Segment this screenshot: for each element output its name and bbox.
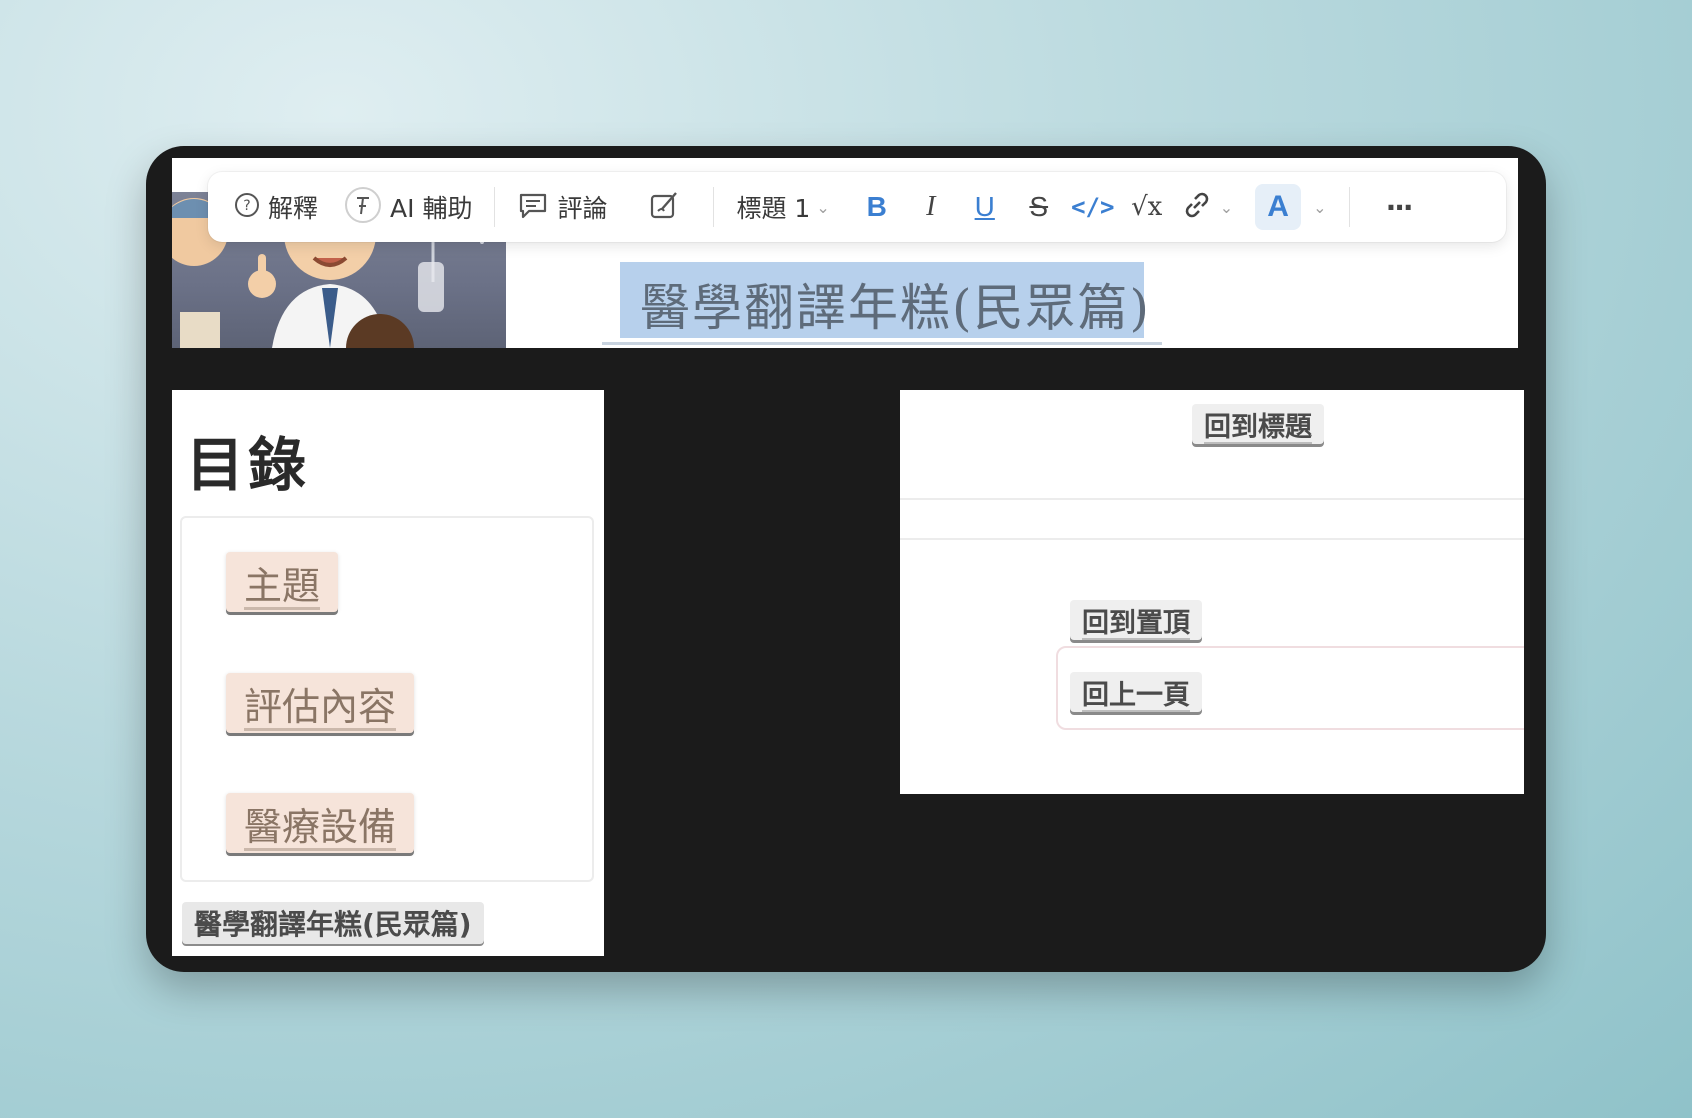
explain-button[interactable]: ? 解釋 <box>234 187 318 227</box>
font-color-dropdown[interactable]: A ⌄ <box>1255 184 1327 230</box>
ai-assist-button[interactable]: AI 輔助 <box>344 187 472 227</box>
strikethrough-button[interactable]: S <box>1019 187 1059 227</box>
inline-code-button[interactable]: </> <box>1071 187 1115 227</box>
ai-assist-label: AI 輔助 <box>390 194 473 223</box>
ai-sparkle-icon <box>344 186 382 228</box>
heading-style-label: 標題 1 <box>736 194 811 223</box>
toc-footer-link[interactable]: 醫學翻譯年糕(民眾篇) <box>182 902 484 944</box>
italic-icon: I <box>926 191 936 222</box>
edit-pen-icon <box>648 189 680 225</box>
comment-icon <box>517 189 549 225</box>
heading-style-dropdown[interactable]: 標題 1 ⌄ <box>736 187 829 227</box>
comment-button[interactable]: 評論 <box>517 187 607 227</box>
document-title-block[interactable]: 醫學翻譯年糕(民眾篇) <box>602 262 1162 345</box>
previous-page-button[interactable]: 回上一頁 <box>1070 672 1202 712</box>
help-circle-icon: ? <box>234 192 260 222</box>
table-of-contents: 目錄 主題 評估內容 醫療設備 醫學翻譯年糕(民眾篇) <box>172 390 604 956</box>
document-title[interactable]: 醫學翻譯年糕(民眾篇) <box>640 268 1151 340</box>
toc-item-assessment[interactable]: 評估內容 <box>226 673 415 733</box>
font-color-icon: A <box>1255 184 1302 230</box>
toolbar-divider <box>1348 187 1350 227</box>
comment-label: 評論 <box>557 194 608 223</box>
toolbar-divider <box>713 187 715 227</box>
divider <box>900 498 1524 500</box>
chevron-down-icon: ⌄ <box>1219 197 1234 217</box>
bold-button[interactable]: B <box>857 187 897 227</box>
toc-item-topic[interactable]: 主題 <box>226 552 339 612</box>
chevron-down-icon: ⌄ <box>816 197 830 217</box>
back-to-title-button[interactable]: 回到標題 <box>1192 404 1324 444</box>
underline-button[interactable]: U <box>965 187 1005 227</box>
more-dots-icon: ··· <box>1385 190 1414 224</box>
floating-format-toolbar: ? 解釋 AI 輔助 評論 標題 1 ⌄ B I U S </> √x ⌄ A … <box>208 172 1506 242</box>
divider <box>900 538 1524 540</box>
formula-button[interactable]: √x <box>1127 187 1167 227</box>
chevron-down-icon: ⌄ <box>1313 197 1327 217</box>
back-to-top-button[interactable]: 回到置頂 <box>1070 600 1202 640</box>
toc-list: 主題 評估內容 醫療設備 <box>180 516 594 882</box>
svg-text:?: ? <box>243 198 250 214</box>
formula-icon: √x <box>1131 192 1163 222</box>
strikethrough-icon: S <box>1029 191 1049 222</box>
toc-heading: 目錄 <box>186 431 311 499</box>
explain-label: 解釋 <box>268 194 319 223</box>
link-dropdown[interactable]: ⌄ <box>1180 187 1233 227</box>
more-options-button[interactable]: ··· <box>1379 187 1419 227</box>
toc-item-medical-equipment[interactable]: 醫療設備 <box>226 793 415 853</box>
bold-icon: B <box>866 191 887 222</box>
underline-icon: U <box>974 191 995 222</box>
edit-note-button[interactable] <box>644 187 684 227</box>
toolbar-divider <box>494 187 496 227</box>
navigation-panel: 回到標題 回到置頂 回上一頁 <box>900 390 1524 794</box>
code-icon: </> <box>1071 193 1115 221</box>
app-window: 醫學翻譯年糕(民眾篇) ? 解釋 AI 輔助 評論 標題 1 ⌄ B I U S… <box>146 146 1546 972</box>
italic-button[interactable]: I <box>911 187 951 227</box>
link-icon <box>1180 188 1214 226</box>
